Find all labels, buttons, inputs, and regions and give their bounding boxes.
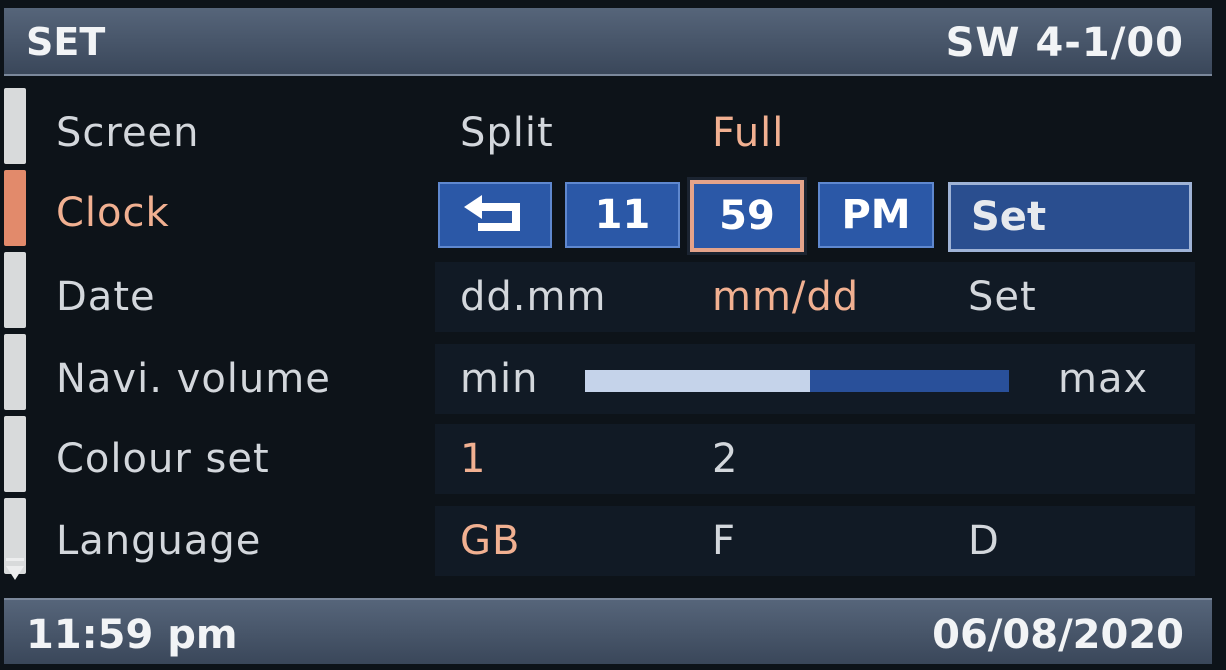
language-option-f[interactable]: F <box>712 518 736 564</box>
date-option-set[interactable]: Set <box>968 274 1037 320</box>
status-time: 11:59 pm <box>26 612 238 658</box>
navi-volume-label: Navi. volume <box>56 356 331 402</box>
menu-row-date[interactable]: Date dd.mm mm/dd Set <box>40 256 1195 336</box>
indicator-tab-colour-set <box>4 416 26 492</box>
language-panel <box>435 506 1195 576</box>
clock-back-button[interactable] <box>438 182 552 248</box>
return-arrow-icon <box>464 195 520 231</box>
date-option-mmdd[interactable]: mm/dd <box>712 274 859 320</box>
clock-ampm-field[interactable]: PM <box>818 182 934 248</box>
screen-option-split[interactable]: Split <box>460 110 554 156</box>
software-version: SW 4-1/00 <box>945 20 1184 66</box>
screen-label: Screen <box>56 110 200 156</box>
colour-set-option-1[interactable]: 1 <box>460 436 486 482</box>
date-label: Date <box>56 274 156 320</box>
indicator-tab-date <box>4 252 26 328</box>
volume-max-label: max <box>1058 356 1149 402</box>
volume-slider-fill <box>585 370 810 392</box>
clock-label: Clock <box>56 190 170 236</box>
clock-hour-field[interactable]: 11 <box>565 182 680 248</box>
title-bar: SET SW 4-1/00 <box>4 8 1212 76</box>
colour-set-option-2[interactable]: 2 <box>712 436 738 482</box>
menu-row-colour-set[interactable]: Colour set 1 2 <box>40 418 1195 498</box>
status-date: 06/08/2020 <box>932 612 1184 658</box>
clock-set-button[interactable]: Set <box>948 182 1192 252</box>
status-bar: 11:59 pm 06/08/2020 <box>4 598 1212 664</box>
colour-set-label: Colour set <box>56 436 270 482</box>
colour-set-panel <box>435 424 1195 494</box>
indicator-tab-navi-volume <box>4 334 26 410</box>
language-option-d[interactable]: D <box>968 518 1000 564</box>
language-option-gb[interactable]: GB <box>460 518 520 564</box>
page-title: SET <box>26 20 106 64</box>
screen-option-full[interactable]: Full <box>712 110 784 156</box>
volume-slider[interactable] <box>585 370 1009 392</box>
scroll-down-icon[interactable] <box>6 558 24 580</box>
indicator-tab-clock <box>4 170 26 246</box>
clock-minute-field[interactable]: 59 <box>687 177 807 255</box>
indicator-tab-language <box>4 498 26 574</box>
menu-row-screen[interactable]: Screen Split Full <box>40 92 1195 172</box>
settings-screen: SET SW 4-1/00 Screen Split Full Clock 11… <box>0 0 1226 670</box>
volume-min-label: min <box>460 356 539 402</box>
date-option-ddmm[interactable]: dd.mm <box>460 274 606 320</box>
menu-row-language[interactable]: Language GB F D <box>40 500 1195 580</box>
language-label: Language <box>56 518 262 564</box>
indicator-tab-screen <box>4 88 26 164</box>
